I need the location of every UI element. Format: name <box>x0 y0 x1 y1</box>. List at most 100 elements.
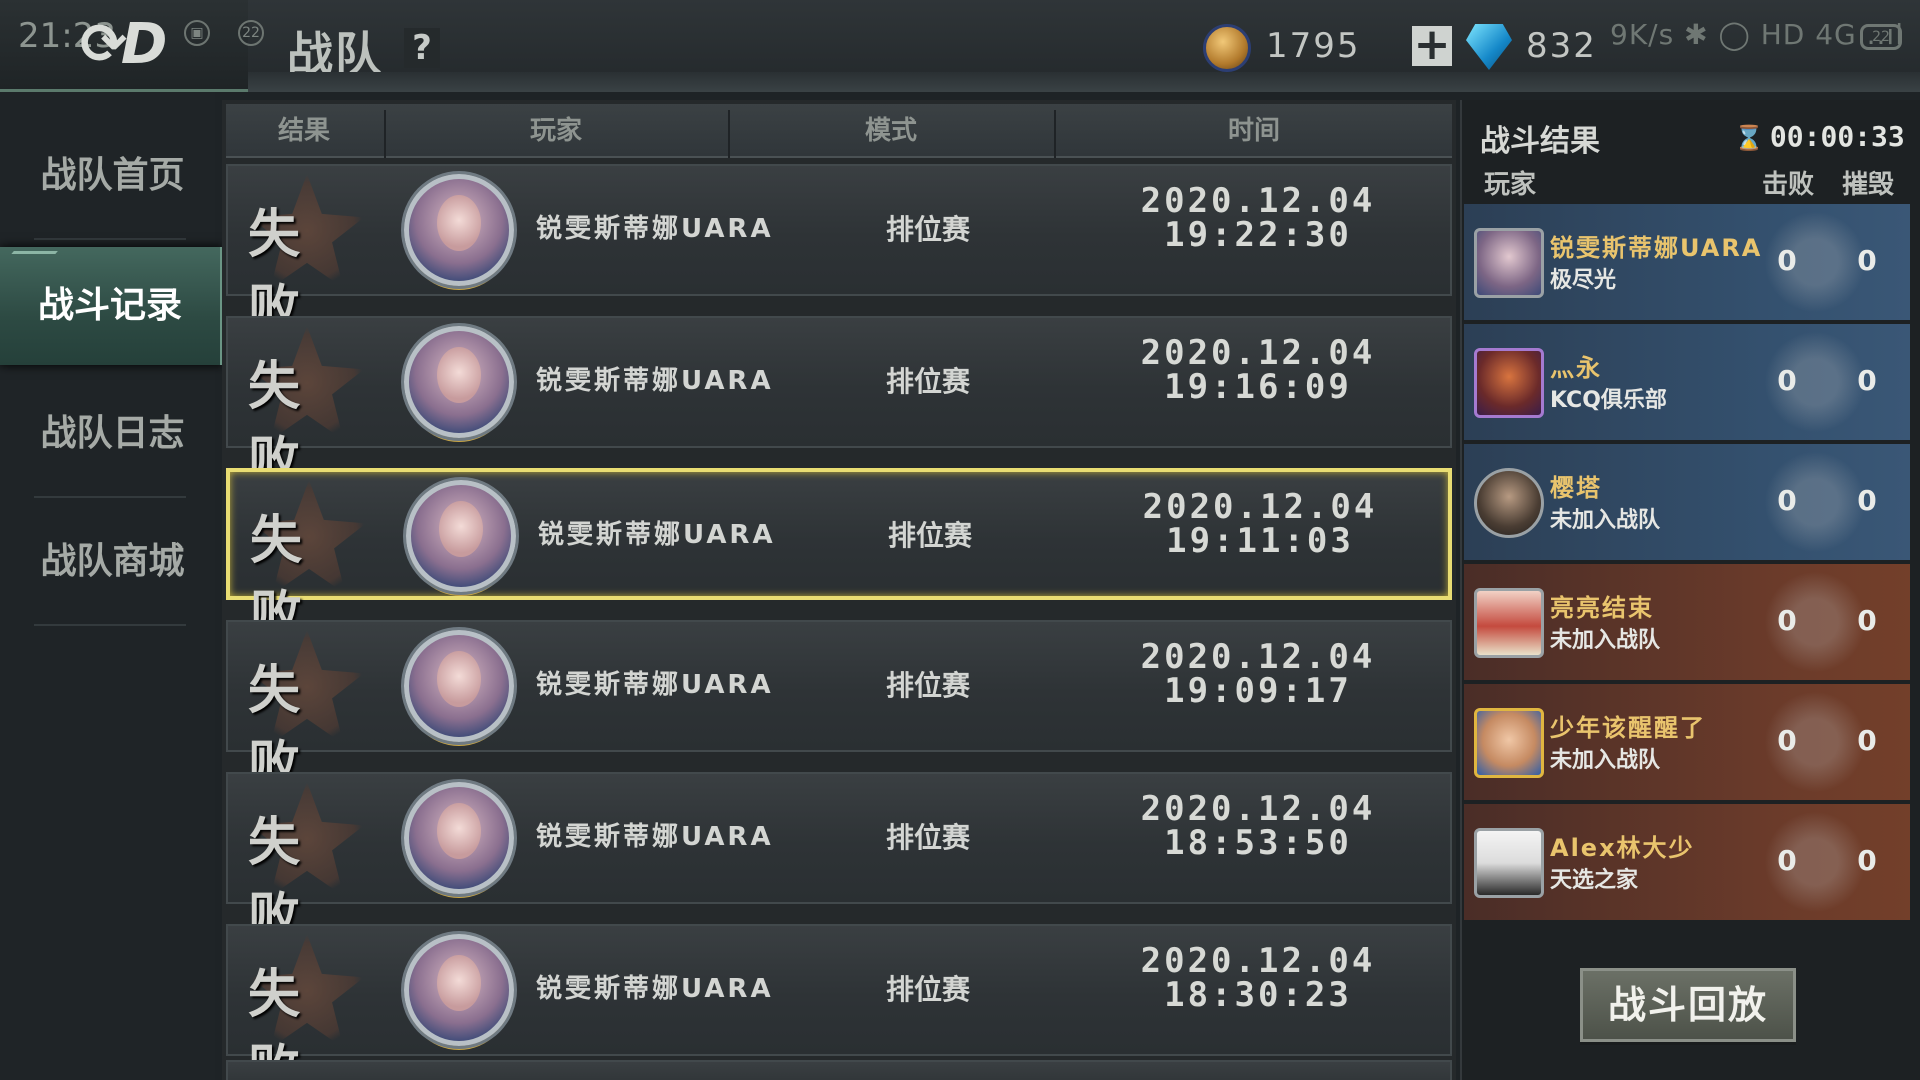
player-team: 天选之家 <box>1550 868 1639 893</box>
player-name: 亮亮结束 <box>1550 594 1654 622</box>
player-avatar <box>404 174 514 286</box>
column-header-time: 时间 <box>1227 116 1280 146</box>
table-row[interactable]: 失败 锐雯斯蒂娜UARA 排位赛 2020.12.04 18:53:50 <box>226 772 1452 948</box>
coin-value: 1795 <box>1266 26 1361 66</box>
battle-duration-value: 00:00:33 <box>1769 120 1905 153</box>
sidebar-item-label: 战斗记录 <box>37 285 182 326</box>
player-avatar <box>404 630 514 742</box>
match-time: 2020.12.04 19:11:03 <box>1050 490 1470 558</box>
table-row-selected[interactable]: 失败 锐雯斯蒂娜UARA 排位赛 2020.12.04 19:11:03 <box>226 468 1452 646</box>
destroy-count: 0 <box>1857 844 1877 877</box>
player-team: 未加入战队 <box>1550 628 1661 653</box>
player-avatar <box>406 480 516 592</box>
list-item[interactable]: 亮亮结束 未加入战队 0 0 <box>1464 564 1910 680</box>
table-header: 结果 玩家 模式 时间 <box>226 104 1452 158</box>
player-name: 少年该醒醒了 <box>1550 714 1706 742</box>
kill-count: 0 <box>1777 844 1797 877</box>
battle-result-panel: 战斗结果 ⌛ 00:00:33 玩家 击败 摧毁 锐雯斯蒂娜UARA 极尽光 0 … <box>1460 100 1920 1080</box>
player-avatar <box>404 326 514 438</box>
match-time: 2020.12.04 19:16:09 <box>1048 336 1468 404</box>
column-header-player: 玩家 <box>529 116 582 146</box>
kill-count: 0 <box>1777 604 1797 637</box>
avatar <box>1474 228 1544 298</box>
match-clock: 19:16:09 <box>1164 367 1352 407</box>
sidebar-item-team-log[interactable]: 战队日志 <box>0 370 225 498</box>
column-header-destroy: 摧毁 <box>1842 170 1895 200</box>
sidebar-item-home[interactable]: 战队首页 <box>0 112 225 240</box>
player-name: 锐雯斯蒂娜UARA <box>536 670 774 700</box>
gem-icon <box>1466 24 1512 70</box>
match-time: 2020.12.04 19:09:17 <box>1048 640 1468 708</box>
sidebar-item-label: 战队首页 <box>40 155 185 196</box>
destroy-count: 0 <box>1857 484 1877 517</box>
top-divider <box>248 72 1920 92</box>
player-name: 樱塔 <box>1550 474 1602 502</box>
player-avatar <box>404 934 514 1046</box>
battle-replay-button[interactable]: 战斗回放 <box>1580 968 1796 1042</box>
table-row[interactable]: 失败 锐雯斯蒂娜UARA 排位赛 2020.12.04 19:09:17 <box>226 620 1452 796</box>
column-header-mode: 模式 <box>864 116 917 146</box>
list-item[interactable]: 少年该醒醒了 未加入战队 0 0 <box>1464 684 1910 800</box>
destroy-count: 0 <box>1857 724 1877 757</box>
table-row-partial[interactable] <box>226 1060 1452 1080</box>
match-time: 2020.12.04 18:53:50 <box>1048 792 1468 860</box>
table-row[interactable]: 失败 锐雯斯蒂娜UARA 排位赛 2020.12.04 19:16:09 <box>226 316 1452 492</box>
table-row[interactable]: 失败 锐雯斯蒂娜UARA 排位赛 2020.12.04 19:22:30 <box>226 164 1452 340</box>
list-item[interactable]: 锐雯斯蒂娜UARA 极尽光 0 0 <box>1464 204 1910 320</box>
match-date: 2020.12.04 <box>1140 333 1376 373</box>
player-name: 锐雯斯蒂娜UARA <box>536 822 774 852</box>
player-team: 未加入战队 <box>1550 508 1661 533</box>
player-name: 锐雯斯蒂娜UARA <box>536 366 774 396</box>
column-header-kills: 击败 <box>1762 170 1815 200</box>
avatar <box>1474 708 1544 778</box>
help-icon[interactable]: ? <box>404 28 440 68</box>
gem-value: 832 <box>1526 26 1597 66</box>
coin-icon <box>1203 24 1251 72</box>
sidebar-item-team-shop[interactable]: 战队商城 <box>0 498 225 626</box>
match-clock: 19:09:17 <box>1164 671 1352 711</box>
back-button[interactable]: ⟳D <box>80 12 167 77</box>
match-clock: 19:22:30 <box>1164 215 1352 255</box>
match-date: 2020.12.04 <box>1140 941 1376 981</box>
add-currency-button[interactable]: + <box>1412 23 1452 67</box>
match-clock: 18:30:23 <box>1164 975 1352 1015</box>
match-clock: 19:11:03 <box>1166 521 1354 561</box>
match-mode: 排位赛 <box>885 973 970 1006</box>
top-bar: 21:23 ⟳D ▣ 22 战队 ? 1795 + 832 9K/s ✱ ◯ H… <box>0 0 1920 92</box>
match-mode: 排位赛 <box>887 519 972 552</box>
kill-count: 0 <box>1777 244 1797 277</box>
table-row[interactable]: 失败 锐雯斯蒂娜UARA 排位赛 2020.12.04 18:30:23 <box>226 924 1452 1080</box>
player-team: 极尽光 <box>1550 268 1617 293</box>
match-date: 2020.12.04 <box>1140 181 1376 221</box>
list-item[interactable]: 樱塔 未加入战队 0 0 <box>1464 444 1910 560</box>
divider <box>34 238 186 240</box>
player-team: 未加入战队 <box>1550 748 1661 773</box>
list-item[interactable]: 灬永 KCQ俱乐部 0 0 <box>1464 324 1910 440</box>
kill-count: 0 <box>1777 484 1797 517</box>
match-date: 2020.12.04 <box>1140 789 1376 829</box>
battery-icon: 22 <box>1860 24 1902 50</box>
player-name: 灬永 <box>1550 354 1602 382</box>
player-name: 锐雯斯蒂娜UARA <box>536 974 774 1004</box>
destroy-count: 0 <box>1857 244 1877 277</box>
player-team: KCQ俱乐部 <box>1550 388 1667 413</box>
active-marker-icon <box>2 251 58 265</box>
notification-count: 22 <box>238 20 264 46</box>
player-name: Alex林大少 <box>1550 834 1695 862</box>
avatar <box>1474 468 1544 538</box>
column-header-player: 玩家 <box>1484 170 1537 200</box>
result-panel-title: 战斗结果 <box>1480 124 1600 159</box>
column-header-result: 结果 <box>277 116 330 146</box>
avatar <box>1474 828 1544 898</box>
sidebar-item-battle-records[interactable]: 战斗记录 <box>0 247 224 365</box>
result-player-list: 锐雯斯蒂娜UARA 极尽光 0 0 灬永 KCQ俱乐部 0 0 樱塔 未加入战队… <box>1464 204 1910 924</box>
match-date: 2020.12.04 <box>1140 637 1376 677</box>
notification-icon: ▣ <box>184 20 210 46</box>
battle-duration: ⌛ 00:00:33 <box>1734 120 1905 153</box>
match-date: 2020.12.04 <box>1142 487 1378 527</box>
player-name: 锐雯斯蒂娜UARA <box>536 214 774 244</box>
kill-count: 0 <box>1777 724 1797 757</box>
list-item[interactable]: Alex林大少 天选之家 0 0 <box>1464 804 1910 920</box>
player-name: 锐雯斯蒂娜UARA <box>1550 234 1763 262</box>
destroy-count: 0 <box>1857 364 1877 397</box>
